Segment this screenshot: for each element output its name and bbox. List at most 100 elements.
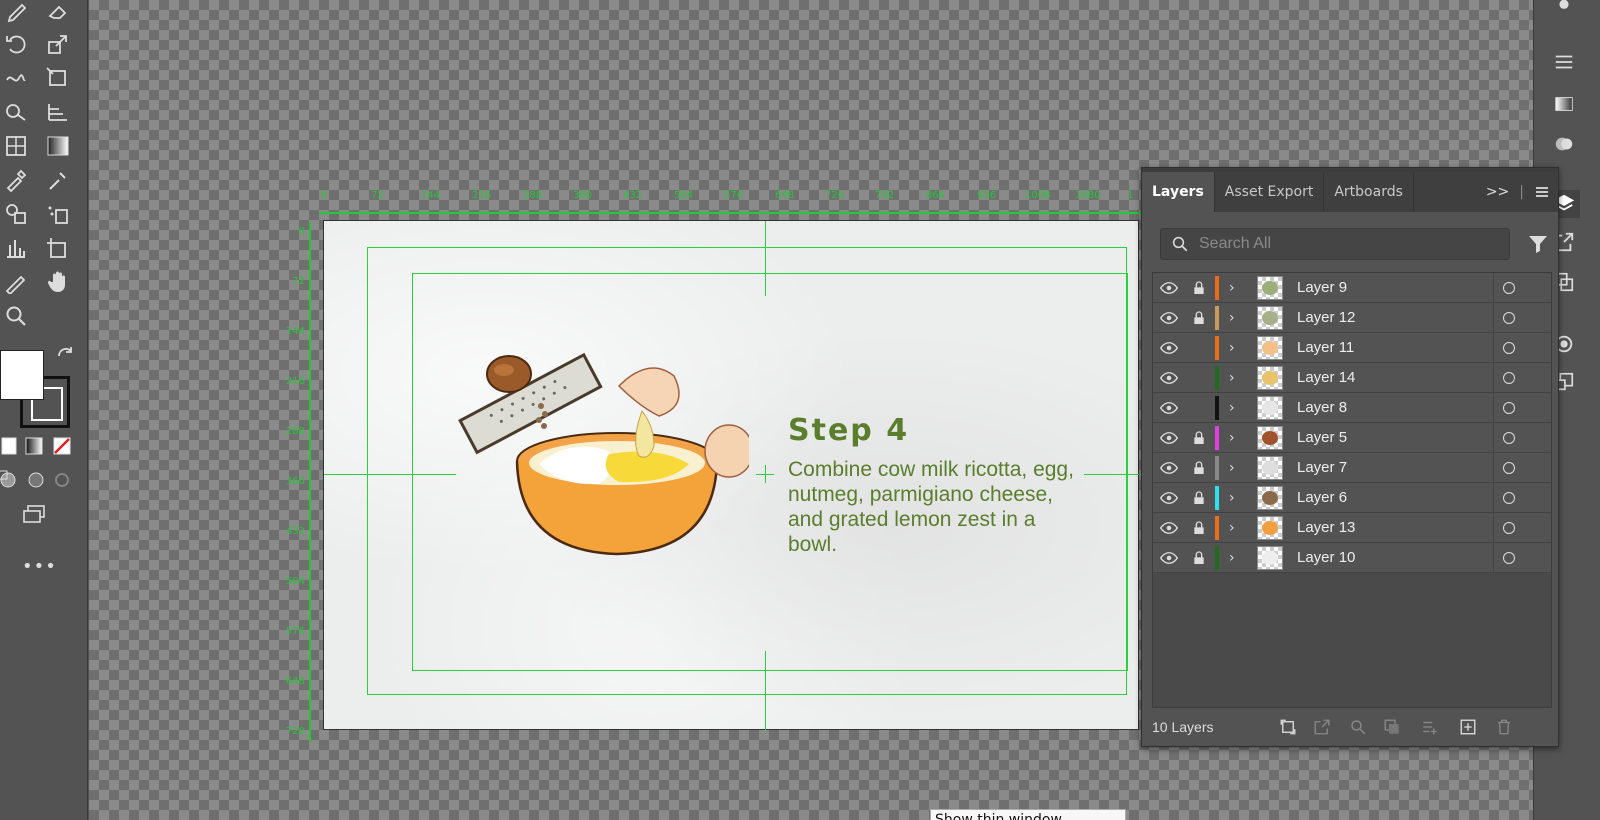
expand-chevron-icon[interactable]: › [1229,308,1243,328]
layer-name[interactable]: Layer 8 [1297,399,1347,416]
rotate-tool-icon[interactable] [2,30,30,58]
pencil-tool-icon[interactable] [4,0,32,26]
appearance-icon[interactable] [1548,130,1580,158]
target-circle-icon[interactable] [1503,551,1515,564]
locate-object-icon[interactable] [1348,718,1368,736]
gradient-tool-icon[interactable] [44,132,72,160]
expand-chevron-icon[interactable]: › [1229,518,1243,538]
layer-name[interactable]: Layer 7 [1297,459,1347,476]
swap-colors-icon[interactable] [52,342,80,370]
expand-chevron-icon[interactable]: › [1229,368,1243,388]
step-description[interactable]: Combine cow milk ricotta, egg, nutmeg, p… [788,457,1088,557]
lock-icon[interactable] [1189,518,1209,538]
artboard[interactable]: Step 4 Combine cow milk ricotta, egg, nu… [323,220,1140,731]
target-circle-icon[interactable] [1503,281,1515,294]
warp-tool-icon[interactable] [2,64,30,92]
visibility-eye-icon[interactable] [1159,548,1179,568]
lock-icon[interactable] [1189,398,1209,418]
target-circle-icon[interactable] [1503,341,1515,354]
target-circle-icon[interactable] [1503,461,1515,474]
live-paint-tool-icon[interactable] [2,200,30,228]
search-input[interactable] [1199,235,1489,253]
lock-icon[interactable] [1189,278,1209,298]
hand-tool-icon[interactable] [44,268,72,296]
gradient-panel-icon[interactable] [1548,90,1580,118]
visibility-eye-icon[interactable] [1159,428,1179,448]
expand-chevron-icon[interactable]: › [1229,548,1243,568]
tab-asset-export[interactable]: Asset Export [1215,172,1325,212]
step-title[interactable]: Step 4 [788,413,909,448]
visibility-eye-icon[interactable] [1159,518,1179,538]
collect-for-export-icon[interactable] [1278,718,1298,736]
lock-icon[interactable] [1189,308,1209,328]
tab-layers[interactable]: Layers [1142,172,1215,212]
eyedropper-tool-icon[interactable] [2,166,30,194]
export-selection-icon[interactable] [1312,718,1332,736]
layer-row[interactable]: › Layer 13 [1153,513,1551,543]
layer-name[interactable]: Layer 12 [1297,309,1355,326]
perspective-grid-tool-icon[interactable] [44,98,72,126]
tab-artboards[interactable]: Artboards [1324,172,1414,212]
graph-tool-icon[interactable] [2,234,30,262]
artboard-tool-icon[interactable] [44,234,72,262]
layer-name[interactable]: Layer 9 [1297,279,1347,296]
expand-chevron-icon[interactable]: › [1229,278,1243,298]
lock-icon[interactable] [1189,428,1209,448]
expand-chevron-icon[interactable]: › [1229,458,1243,478]
visibility-eye-icon[interactable] [1159,278,1179,298]
expand-chevron-icon[interactable]: › [1229,338,1243,358]
gradient-mode-icon[interactable] [20,432,48,460]
lock-icon[interactable] [1189,368,1209,388]
lock-icon[interactable] [1189,338,1209,358]
visibility-eye-icon[interactable] [1159,368,1179,388]
mesh-tool-icon[interactable] [2,132,30,160]
layer-name[interactable]: Layer 11 [1297,339,1354,356]
properties-icon[interactable] [1548,0,1580,22]
layer-name[interactable]: Layer 14 [1297,369,1355,386]
layer-row[interactable]: › Layer 6 [1153,483,1551,513]
visibility-eye-icon[interactable] [1159,398,1179,418]
create-sublayer-icon[interactable] [1420,718,1440,736]
more-tools-icon[interactable]: ••• [22,556,57,577]
none-mode-icon[interactable] [48,432,76,460]
layer-name[interactable]: Layer 13 [1297,519,1355,536]
target-circle-icon[interactable] [1503,521,1515,534]
slice-tool-icon[interactable] [2,268,30,296]
draw-behind-icon[interactable] [22,466,50,494]
layer-row[interactable]: › Layer 11 [1153,333,1551,363]
layer-row[interactable]: › Layer 8 [1153,393,1551,423]
layer-name[interactable]: Layer 5 [1297,429,1347,446]
draw-inside-icon[interactable] [48,466,76,494]
filter-icon[interactable] [1526,232,1550,256]
align-icon[interactable] [1548,48,1580,76]
layer-row[interactable]: › Layer 10 [1153,543,1551,573]
target-circle-icon[interactable] [1503,401,1515,414]
layer-row[interactable]: › Layer 14 [1153,363,1551,393]
layer-name[interactable]: Layer 6 [1297,489,1347,506]
lock-icon[interactable] [1189,458,1209,478]
eraser-tool-icon[interactable] [44,0,72,26]
lock-icon[interactable] [1189,488,1209,508]
lock-icon[interactable] [1189,548,1209,568]
shape-builder-tool-icon[interactable] [2,98,30,126]
expand-chevron-icon[interactable]: › [1229,428,1243,448]
expand-chevron-icon[interactable]: › [1229,488,1243,508]
screen-mode-icon[interactable] [20,500,48,528]
create-new-layer-icon[interactable] [1458,718,1478,736]
make-clipping-mask-icon[interactable] [1382,718,1402,736]
layer-row[interactable]: › Layer 7 [1153,453,1551,483]
target-circle-icon[interactable] [1503,311,1515,324]
layer-name[interactable]: Layer 10 [1297,549,1355,566]
target-circle-icon[interactable] [1503,371,1515,384]
mixing-bowl-illustration[interactable] [449,346,749,566]
symbol-sprayer-tool-icon[interactable] [44,200,72,228]
layer-row[interactable]: › Layer 5 [1153,423,1551,453]
delete-layer-icon[interactable] [1494,718,1514,736]
eyedropper-alt-tool-icon[interactable] [44,166,72,194]
visibility-eye-icon[interactable] [1159,488,1179,508]
expand-chevron-icon[interactable]: › [1229,398,1243,418]
zoom-tool-icon[interactable] [2,302,30,330]
visibility-eye-icon[interactable] [1159,458,1179,478]
target-circle-icon[interactable] [1503,431,1515,444]
scale-tool-icon[interactable] [44,30,72,58]
